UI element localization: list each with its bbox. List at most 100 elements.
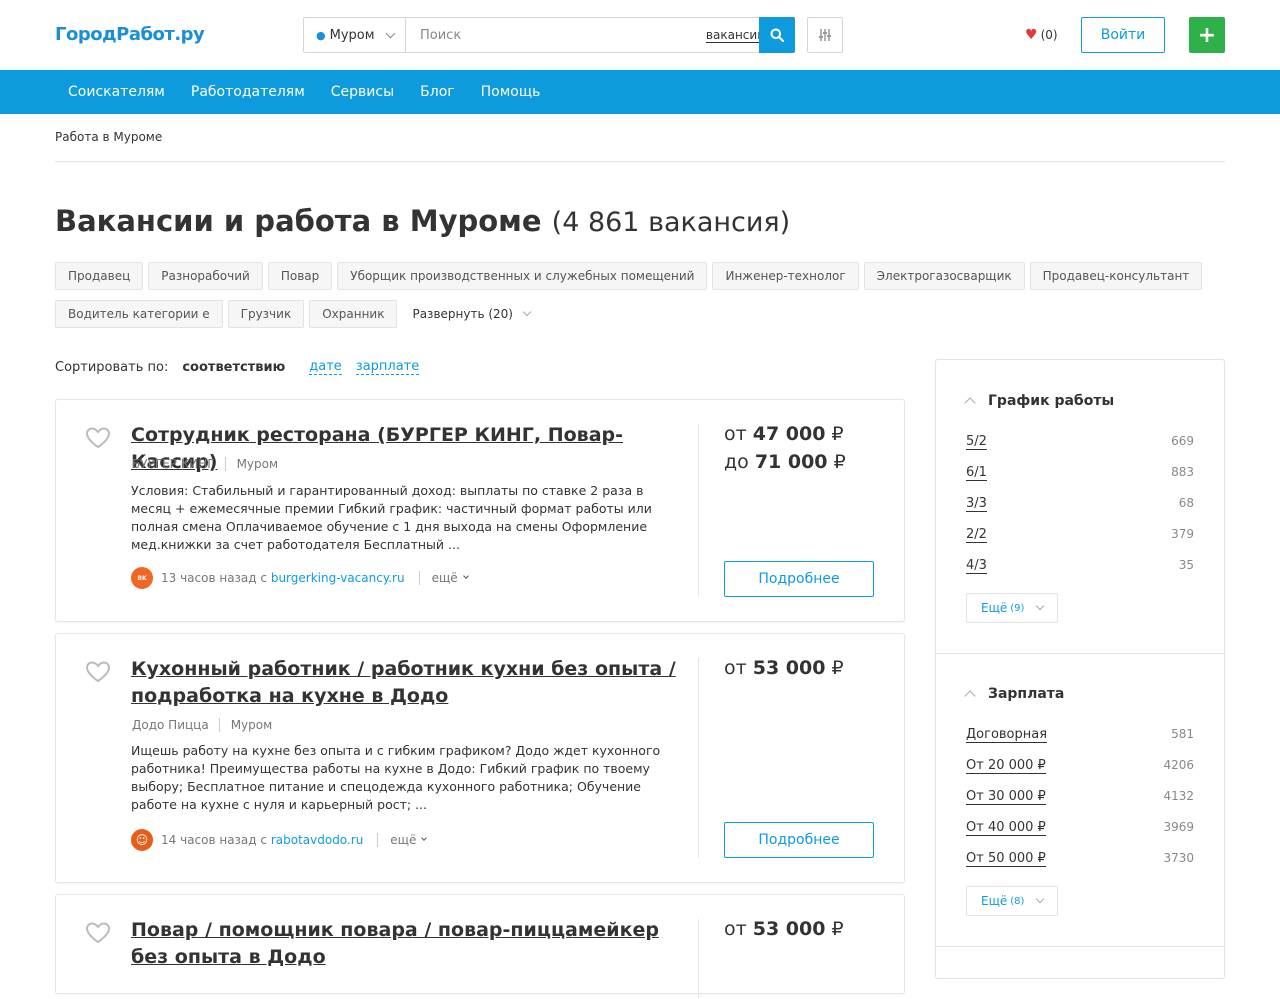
tag[interactable]: Повар [267,262,333,290]
nav-item-seekers[interactable]: Соискателям [55,84,178,100]
city-select[interactable]: ● Муром [304,18,406,52]
filter-option-label: От 40 000 ₽ [966,820,1046,836]
vacancy-meta: БУРГЕР КИНГ Муром [132,457,278,471]
details-button[interactable]: Подробнее [724,561,874,597]
chevron-down-icon [1036,894,1045,904]
filter-option-count: 4132 [1163,789,1194,803]
heart-outline-icon[interactable] [85,426,111,450]
source-link[interactable]: rabotavdodo.ru [271,833,363,847]
tag[interactable]: Водитель категории е [55,300,223,328]
sort-label: Сортировать по: [55,359,169,375]
sort-date[interactable]: дате [309,359,342,375]
more-toggle[interactable]: ещё [377,833,428,847]
filter-option-label: 4/3 [966,558,987,574]
filter-option-label: 3/3 [966,496,987,512]
card-divider [698,658,699,858]
filters-button[interactable] [807,17,843,53]
main-nav: Соискателям Работодателям Сервисы Блог П… [0,70,1280,114]
tag[interactable]: Разнорабочий [148,262,263,290]
vacancy-city: Муром [230,718,273,732]
tag[interactable]: Продавец-консультант [1029,262,1203,290]
filter-option[interactable]: От 50 000 ₽ 3730 [966,851,1194,867]
vacancy-card: Кухонный работник / работник кухни без о… [55,633,905,883]
profession-tags: Продавец Разнорабочий Повар Уборщик прои… [55,262,1235,338]
sort-salary[interactable]: зарплате [355,359,420,375]
salary-prefix: от [724,918,747,940]
filters-sidebar: График работы 5/2 669 6/1 883 3/3 68 2/2 379… [935,359,1225,979]
nav-item-blog[interactable]: Блог [407,84,467,100]
tag[interactable]: Уборщик производственных и служебных пом… [337,262,708,290]
heart-icon: ♥ [1025,27,1038,43]
salary-value: 47 000 [752,423,826,445]
filter-option-label: От 50 000 ₽ [966,851,1046,867]
search-input[interactable] [406,18,706,52]
more-toggle[interactable]: ещё [418,571,469,585]
vacancy-card: Повар / помощник повара / повар-пиццамей… [55,894,905,999]
filter-option-count: 68 [1178,496,1194,510]
schedule-more-button[interactable]: Ещё (9) [966,593,1059,623]
vacancy-source: BK 13 часов назад с burgerking-vacancy.r… [131,567,469,589]
vacancy-source: ☺ 14 часов назад с rabotavdodo.ru ещё [131,829,428,851]
more-count: (8) [1010,895,1025,907]
filter-option[interactable]: 5/2 669 [966,434,1194,450]
sort-bar: Сортировать по: соответствию дате зарпла… [55,359,420,375]
currency: ₽ [833,451,846,473]
vacancy-title[interactable]: Кухонный работник / работник кухни без о… [131,656,676,710]
search-type-label: вакансии [705,27,765,43]
favorites-link[interactable]: ♥ (0) [1025,27,1058,43]
salary-filter-header[interactable]: Зарплата [964,686,1064,702]
filter-option[interactable]: От 20 000 ₽ 4206 [966,758,1194,774]
salary-value: 71 000 [754,451,828,473]
salary-value: 53 000 [752,657,826,679]
filter-option[interactable]: 2/2 379 [966,527,1194,543]
tag[interactable]: Электрогазосварщик [863,262,1025,290]
breadcrumb[interactable]: Работа в Муроме [55,130,162,144]
tag[interactable]: Охранник [309,300,398,328]
search-button[interactable] [759,17,795,53]
currency: ₽ [831,423,844,445]
expand-tags-button[interactable]: Развернуть (20) [402,300,532,328]
filter-option-count: 35 [1178,558,1194,572]
login-button[interactable]: Войти [1081,17,1165,53]
filter-option[interactable]: 4/3 35 [966,558,1194,574]
tag[interactable]: Продавец [55,262,144,290]
schedule-filter-title: График работы [988,393,1115,409]
company-name: Додо Пицца [132,718,220,732]
salary-from: от 53 000 ₽ [724,915,844,943]
more-label: Ещё [981,601,1008,615]
site-logo[interactable]: ГородРабот.ру [55,24,205,45]
vacancy-count: (4 861 вакансия) [551,207,791,238]
filter-option[interactable]: От 40 000 ₽ 3969 [966,820,1194,836]
vacancy-title[interactable]: Повар / помощник повара / повар-пиццамей… [131,917,676,971]
filter-option[interactable]: 3/3 68 [966,496,1194,512]
salary-more-button[interactable]: Ещё (8) [966,886,1059,916]
chevron-up-icon [964,397,976,409]
filter-option-count: 379 [1171,527,1194,541]
add-vacancy-button[interactable]: + [1189,17,1225,53]
chevron-down-icon [522,307,532,317]
tag[interactable]: Грузчик [227,300,305,328]
source-link[interactable]: burgerking-vacancy.ru [271,571,405,585]
salary-value: 53 000 [752,918,826,940]
filter-option-label: От 30 000 ₽ [966,789,1046,805]
nav-item-help[interactable]: Помощь [468,84,554,100]
filter-option-count: 3969 [1163,820,1194,834]
heart-outline-icon[interactable] [85,921,111,945]
nav-item-services[interactable]: Сервисы [318,84,407,100]
location-pin-icon: ● [316,28,326,42]
chevron-down-icon [421,835,428,841]
filter-option[interactable]: Договорная 581 [966,727,1194,743]
filter-option-count: 4206 [1163,758,1194,772]
nav-item-employers[interactable]: Работодателям [178,84,318,100]
more-count: (9) [1010,602,1025,614]
details-button[interactable]: Подробнее [724,822,874,858]
filter-option[interactable]: От 30 000 ₽ 4132 [966,789,1194,805]
tag[interactable]: Инженер-технолог [712,262,859,290]
sort-relevance[interactable]: соответствию [182,360,285,375]
schedule-filter-header[interactable]: График работы [964,393,1115,409]
filter-option[interactable]: 6/1 883 [966,465,1194,481]
heart-outline-icon[interactable] [85,660,111,684]
filter-option-count: 581 [1171,727,1194,741]
salary-prefix: до [724,451,749,473]
filter-option-count: 669 [1171,434,1194,448]
